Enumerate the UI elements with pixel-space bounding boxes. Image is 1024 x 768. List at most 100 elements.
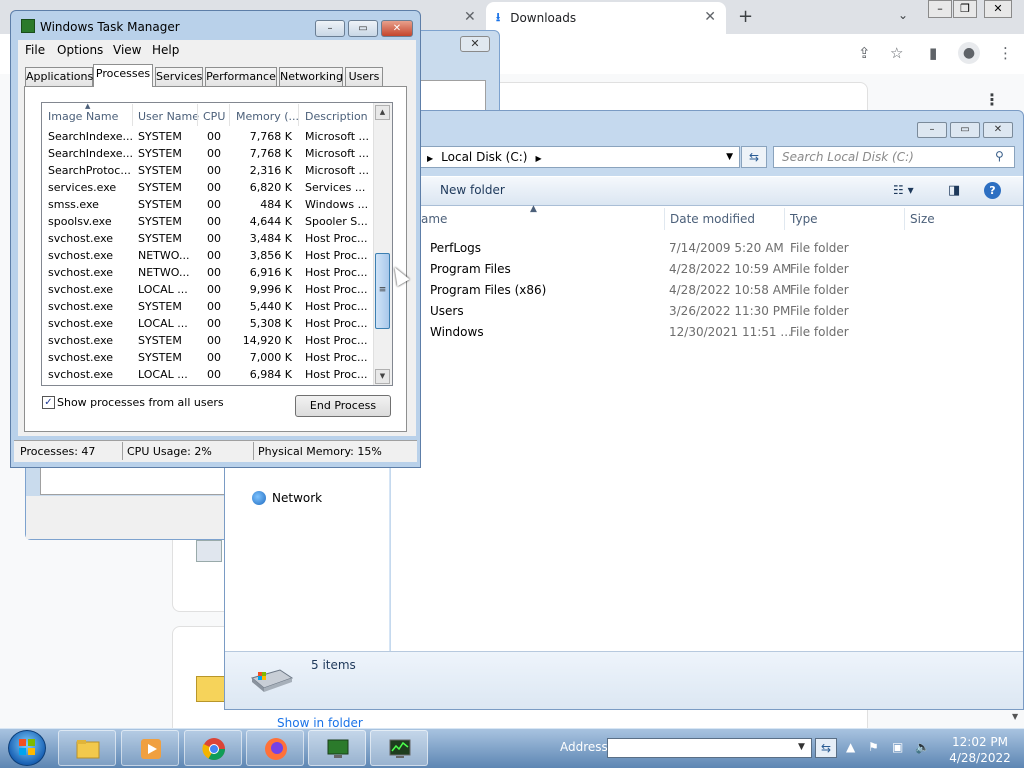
menu-view[interactable]: View xyxy=(113,43,141,57)
menu-options[interactable]: Options xyxy=(57,43,103,57)
process-row[interactable]: svchost.exe NETWO... 00 6,916 K Host Proc... xyxy=(42,264,372,281)
process-row[interactable]: svchost.exe SYSTEM 00 7,000 K Host Proc... xyxy=(42,349,372,366)
process-row[interactable]: spoolsv.exe SYSTEM 00 4,644 K Spooler S... xyxy=(42,213,372,230)
column-separator[interactable] xyxy=(229,104,230,126)
address-dropdown-icon[interactable]: ▼ xyxy=(726,147,733,167)
tab-search-chevron-icon[interactable]: ⌄ xyxy=(898,8,908,22)
volume-icon[interactable]: 🔈 xyxy=(915,740,930,754)
process-row[interactable]: svchost.exe LOCAL ... 00 5,308 K Host Proc..… xyxy=(42,315,372,332)
column-separator[interactable] xyxy=(132,104,133,126)
file-row[interactable]: PerfLogs 7/14/2009 5:20 AM File folder xyxy=(391,238,1023,259)
action-center-flag-icon[interactable]: ⚑ xyxy=(868,740,879,754)
process-row[interactable]: services.exe SYSTEM 00 6,820 K Services ... xyxy=(42,179,372,196)
search-icon[interactable]: ⚲ xyxy=(995,149,1004,163)
restore-button[interactable]: ❐ xyxy=(953,0,977,18)
search-input[interactable]: Search Local Disk (C:) xyxy=(773,146,1015,168)
profile-avatar-icon[interactable]: ● xyxy=(958,42,980,64)
process-row[interactable]: SearchIndexe... SYSTEM 00 7,768 K Microsoft … xyxy=(42,128,372,145)
taskbar-chrome[interactable] xyxy=(184,730,242,766)
address-dropdown-icon[interactable]: ▼ xyxy=(798,742,805,752)
column-image-name[interactable]: Image Name xyxy=(48,110,118,123)
column-description[interactable]: Description xyxy=(305,110,368,123)
close-button[interactable]: ✕ xyxy=(381,20,413,37)
file-row[interactable]: Program Files 4/28/2022 10:59 AM File fo… xyxy=(391,259,1023,280)
close-icon[interactable]: ✕ xyxy=(460,36,490,52)
scroll-down-arrow-icon[interactable]: ▼ xyxy=(375,369,390,384)
share-icon[interactable]: ⇪ xyxy=(858,44,871,62)
maximize-button[interactable]: ▭ xyxy=(950,122,980,138)
menu-file[interactable]: File xyxy=(25,43,45,57)
close-button[interactable]: ✕ xyxy=(984,0,1012,18)
side-panel-icon[interactable]: ▮ xyxy=(929,44,937,62)
tab-processes[interactable]: Processes xyxy=(93,64,153,87)
new-tab-icon[interactable]: + xyxy=(738,6,753,27)
process-row[interactable]: svchost.exe SYSTEM 00 14,920 K Host Proc... xyxy=(42,332,372,349)
show-all-users-checkbox[interactable]: ✓ xyxy=(42,396,55,409)
process-row[interactable]: svchost.exe LOCAL ... 00 6,984 K Host Proc..… xyxy=(42,366,372,383)
breadcrumb-arrow-icon[interactable]: ▶ xyxy=(427,154,433,163)
close-button[interactable]: ✕ xyxy=(983,122,1013,138)
refresh-icon[interactable]: ⇆ xyxy=(741,146,767,168)
bookmark-star-icon[interactable]: ☆ xyxy=(890,44,903,62)
file-row[interactable]: Windows 12/30/2021 11:51 ... File folder xyxy=(391,322,1023,343)
process-row[interactable]: SearchIndexe... SYSTEM 00 7,768 K Microsoft … xyxy=(42,145,372,162)
network-tray-icon[interactable]: ▣ xyxy=(892,740,903,754)
column-memory[interactable]: Memory (... xyxy=(236,110,299,123)
taskbar-media-player[interactable] xyxy=(121,730,179,766)
menu-help[interactable]: Help xyxy=(152,43,179,57)
column-size[interactable]: Size xyxy=(910,212,935,226)
column-separator[interactable] xyxy=(664,208,665,230)
breadcrumb-arrow-icon[interactable]: ▶ xyxy=(535,154,541,163)
change-view-icon[interactable]: ☷ ▾ xyxy=(893,183,914,197)
column-cpu[interactable]: CPU xyxy=(203,110,225,123)
end-process-button[interactable]: End Process xyxy=(295,395,391,417)
clock[interactable]: 12:02 PM 4/28/2022 xyxy=(940,734,1020,766)
minimize-button[interactable]: – xyxy=(928,0,952,18)
column-name[interactable]: ame xyxy=(421,212,447,226)
column-date-modified[interactable]: Date modified xyxy=(670,212,755,226)
breadcrumb-local-disk[interactable]: Local Disk (C:) xyxy=(441,150,527,164)
process-row[interactable]: svchost.exe SYSTEM 00 5,440 K Host Proc... xyxy=(42,298,372,315)
taskbar-explorer[interactable] xyxy=(58,730,116,766)
file-row[interactable]: Program Files (x86) 4/28/2022 10:58 AM F… xyxy=(391,280,1023,301)
column-separator[interactable] xyxy=(298,104,299,126)
maximize-button[interactable]: ▭ xyxy=(348,20,378,37)
new-folder-button[interactable]: New folder xyxy=(440,183,505,197)
column-separator[interactable] xyxy=(784,208,785,230)
tab-networking[interactable]: Networking xyxy=(279,67,343,87)
file-row[interactable]: Users 3/26/2022 11:30 PM File folder xyxy=(391,301,1023,322)
chrome-tab-downloads[interactable]: ⭳ Downloads ✕ xyxy=(486,2,726,34)
tab-users[interactable]: Users xyxy=(345,67,383,87)
address-go-icon[interactable]: ⇆ xyxy=(815,738,837,758)
scroll-up-arrow-icon[interactable]: ▲ xyxy=(375,105,390,120)
process-row[interactable]: svchost.exe SYSTEM 00 3,484 K Host Proc... xyxy=(42,230,372,247)
process-row[interactable]: SearchProtoc... SYSTEM 00 2,316 K Microsoft … xyxy=(42,162,372,179)
column-separator[interactable] xyxy=(904,208,905,230)
process-row[interactable]: smss.exe SYSTEM 00 484 K Windows ... xyxy=(42,196,372,213)
process-row[interactable]: svchost.exe LOCAL ... 00 9,996 K Host Proc..… xyxy=(42,281,372,298)
address-breadcrumb[interactable]: ▶ Local Disk (C:) ▶ ▼ xyxy=(420,146,740,168)
scroll-down-arrow-icon[interactable]: ▼ xyxy=(1012,712,1018,721)
taskbar-remote-app[interactable] xyxy=(308,730,366,766)
vertical-scrollbar[interactable] xyxy=(373,103,392,385)
more-actions-icon[interactable]: ⋮ xyxy=(984,90,1000,109)
taskbar-firefox[interactable] xyxy=(246,730,304,766)
column-type[interactable]: Type xyxy=(790,212,818,226)
address-toolbar-input[interactable] xyxy=(607,738,812,758)
nav-item-network[interactable]: Network xyxy=(252,491,322,505)
help-icon[interactable]: ? xyxy=(984,182,1001,199)
minimize-button[interactable]: – xyxy=(917,122,947,138)
minimize-button[interactable]: – xyxy=(315,20,345,37)
scrollbar-thumb[interactable]: ≡ xyxy=(375,253,390,329)
tab-performance[interactable]: Performance xyxy=(205,67,277,87)
taskbar-task-manager[interactable] xyxy=(370,730,428,766)
show-all-users-label[interactable]: Show processes from all users xyxy=(57,396,224,409)
column-separator[interactable] xyxy=(197,104,198,126)
tab-applications[interactable]: Applications xyxy=(25,67,93,87)
process-row[interactable]: svchost.exe NETWO... 00 3,856 K Host Proc... xyxy=(42,247,372,264)
show-hidden-icons-icon[interactable]: ▲ xyxy=(846,740,855,754)
column-user-name[interactable]: User Name xyxy=(138,110,199,123)
tab-close-icon[interactable]: ✕ xyxy=(704,9,716,25)
chrome-menu-icon[interactable]: ⋮ xyxy=(998,44,1013,62)
tab-close-icon[interactable]: ✕ xyxy=(464,9,476,25)
